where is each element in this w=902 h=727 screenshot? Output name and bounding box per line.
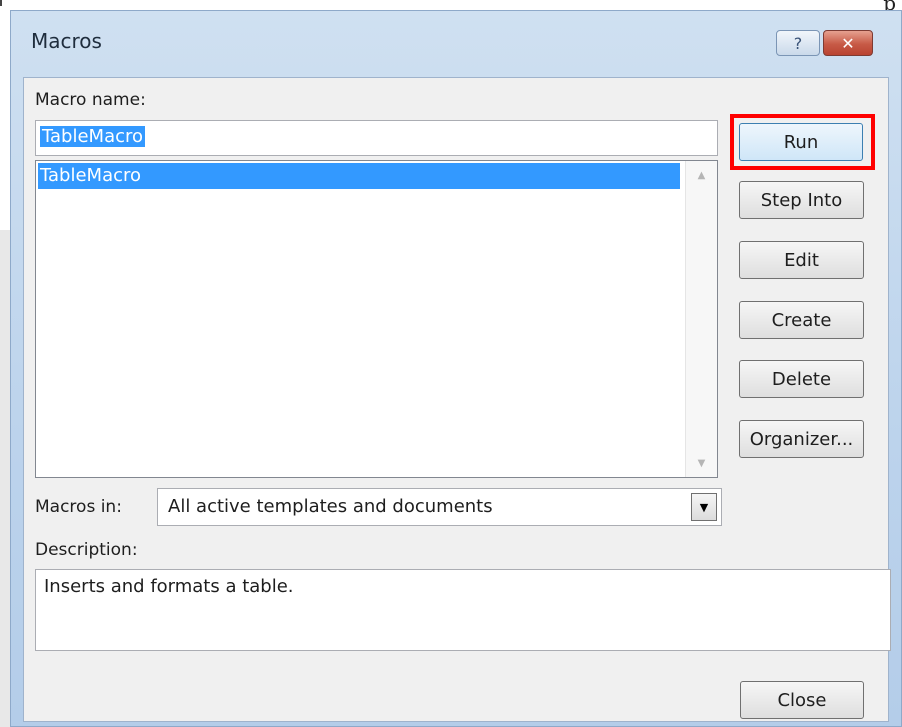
list-item[interactable]: TableMacro xyxy=(38,163,680,189)
chevron-down-icon[interactable]: ▼ xyxy=(691,493,717,521)
close-button[interactable]: Close xyxy=(740,681,864,719)
scroll-up-icon[interactable]: ▲ xyxy=(686,163,717,187)
close-icon: ✕ xyxy=(841,33,855,53)
left-edge-shadow xyxy=(0,230,10,727)
edit-button[interactable]: Edit xyxy=(739,241,864,279)
macros-in-select[interactable]: All active templates and documents ▼ xyxy=(157,488,722,526)
delete-button[interactable]: Delete xyxy=(739,360,864,398)
macro-name-value: TableMacro xyxy=(40,126,146,147)
macros-dialog: Macros ? ✕ Macro name: TableMacro TableM… xyxy=(10,10,902,727)
macros-in-label: Macros in: xyxy=(35,497,122,517)
step-into-button[interactable]: Step Into xyxy=(739,181,864,219)
create-button[interactable]: Create xyxy=(739,301,864,339)
scroll-down-icon[interactable]: ▼ xyxy=(686,451,717,475)
description-text: Inserts and formats a table. xyxy=(44,576,294,597)
title-bar: Macros ? ✕ xyxy=(11,11,901,77)
run-button[interactable]: Run xyxy=(739,123,863,161)
list-scrollbar[interactable]: ▲ ▼ xyxy=(685,161,717,477)
close-window-button[interactable]: ✕ xyxy=(823,30,873,56)
description-box: Inserts and formats a table. xyxy=(35,569,891,651)
macros-in-value: All active templates and documents xyxy=(168,496,493,517)
macro-name-input[interactable]: TableMacro xyxy=(35,120,718,156)
dialog-body: Macro name: TableMacro TableMacro ▲ ▼ Ru… xyxy=(23,77,891,722)
macro-name-label: Macro name: xyxy=(35,90,146,110)
description-label: Description: xyxy=(35,540,138,560)
help-button[interactable]: ? xyxy=(776,30,820,56)
question-icon: ? xyxy=(793,33,803,53)
macro-list[interactable]: TableMacro ▲ ▼ xyxy=(35,160,718,478)
stray-mark xyxy=(0,0,14,6)
dialog-title: Macros xyxy=(31,29,102,53)
organizer-button[interactable]: Organizer... xyxy=(739,420,864,458)
